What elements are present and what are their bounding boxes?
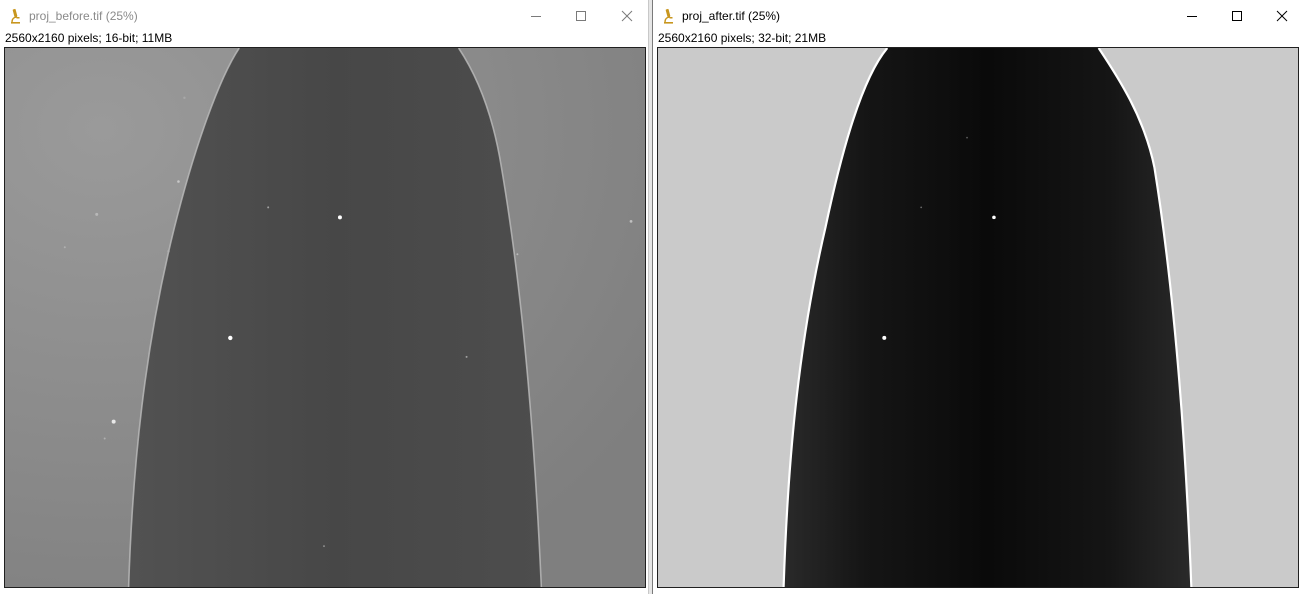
microscope-icon xyxy=(8,8,22,24)
image-info: 2560x2160 pixels; 16-bit; 11MB xyxy=(5,31,173,45)
image-canvas[interactable] xyxy=(657,47,1299,588)
image-canvas[interactable] xyxy=(4,47,646,588)
close-icon xyxy=(621,10,633,22)
close-button[interactable] xyxy=(1259,0,1302,32)
image-window-before[interactable]: proj_before.tif (25%) 2560x2160 pixels; … xyxy=(0,0,649,594)
minimize-icon xyxy=(1187,16,1197,17)
close-button[interactable] xyxy=(604,0,650,32)
image-window-after[interactable]: proj_after.tif (25%) 2560x2160 pixels; 3… xyxy=(652,0,1302,594)
minimize-button[interactable] xyxy=(1169,0,1215,32)
minimize-icon xyxy=(531,16,541,17)
projection-image xyxy=(658,48,1298,587)
close-icon xyxy=(1276,10,1288,22)
maximize-icon xyxy=(1232,11,1242,21)
image-info: 2560x2160 pixels; 32-bit; 21MB xyxy=(658,31,827,45)
minimize-button[interactable] xyxy=(513,0,559,32)
window-title: proj_before.tif (25%) xyxy=(29,9,138,23)
window-title: proj_after.tif (25%) xyxy=(682,9,781,23)
maximize-icon xyxy=(576,11,586,21)
maximize-button[interactable] xyxy=(558,0,604,32)
projection-image xyxy=(5,48,645,587)
maximize-button[interactable] xyxy=(1214,0,1260,32)
title-bar[interactable]: proj_before.tif (25%) xyxy=(0,0,648,32)
title-bar[interactable]: proj_after.tif (25%) xyxy=(653,0,1302,32)
microscope-icon xyxy=(661,8,675,24)
